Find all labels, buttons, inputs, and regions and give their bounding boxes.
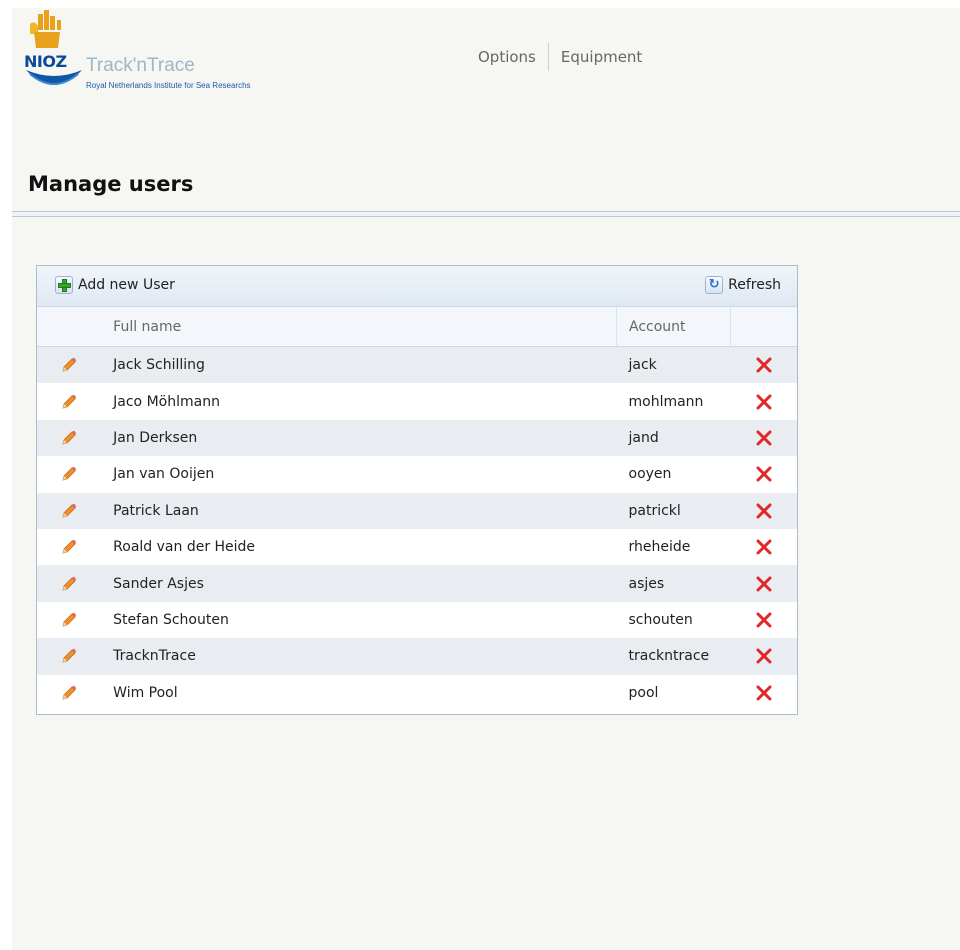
- header-edit: [37, 307, 102, 347]
- edit-cell: [37, 565, 102, 602]
- header-delete: [730, 307, 797, 347]
- nav-equipment[interactable]: Equipment: [549, 48, 654, 66]
- table-row[interactable]: Jan Derksen jand: [37, 419, 797, 457]
- delete-icon[interactable]: [755, 684, 773, 702]
- refresh-button[interactable]: ↻ Refresh: [705, 276, 781, 294]
- user-full-name: TracknTrace: [101, 638, 617, 675]
- delete-cell: [730, 674, 797, 711]
- user-account: ooyen: [616, 456, 731, 493]
- delete-cell: [730, 565, 797, 602]
- table-row[interactable]: Jack Schilling jack: [37, 346, 797, 384]
- edit-cell: [37, 674, 102, 711]
- delete-icon[interactable]: [755, 611, 773, 629]
- pencil-icon[interactable]: [60, 575, 78, 593]
- delete-cell: [730, 601, 797, 639]
- add-user-button[interactable]: Add new User: [55, 276, 175, 294]
- delete-icon[interactable]: [755, 465, 773, 483]
- user-full-name: Wim Pool: [101, 674, 617, 711]
- delete-cell: [730, 346, 797, 384]
- user-full-name: Jack Schilling: [101, 346, 617, 384]
- edit-cell: [37, 419, 102, 457]
- delete-cell: [730, 419, 797, 457]
- pencil-icon[interactable]: [60, 538, 78, 556]
- edit-cell: [37, 383, 102, 420]
- user-account: trackntrace: [616, 638, 731, 675]
- delete-icon[interactable]: [755, 356, 773, 374]
- grid-toolbar: Add new User ↻ Refresh: [37, 266, 797, 307]
- user-account: schouten: [616, 601, 731, 639]
- table-row[interactable]: Jan van Ooijen ooyen: [37, 456, 797, 493]
- pencil-icon[interactable]: [60, 356, 78, 374]
- table-row[interactable]: Patrick Laan patrickl: [37, 492, 797, 529]
- pencil-icon[interactable]: [60, 611, 78, 629]
- delete-icon[interactable]: [755, 538, 773, 556]
- top-nav: Options Equipment: [466, 43, 654, 71]
- edit-cell: [37, 456, 102, 493]
- delete-icon[interactable]: [755, 575, 773, 593]
- table-row[interactable]: Jaco Möhlmann mohlmann: [37, 383, 797, 420]
- delete-cell: [730, 456, 797, 493]
- add-user-label: Add new User: [78, 277, 175, 293]
- delete-cell: [730, 638, 797, 675]
- edit-cell: [37, 346, 102, 384]
- users-table: Full name Account Jack Schilling jack Jaco…: [37, 307, 797, 711]
- user-account: jack: [616, 346, 731, 384]
- logo-nioz-text: NIOZ: [24, 52, 67, 71]
- delete-icon[interactable]: [755, 502, 773, 520]
- nav-options[interactable]: Options: [466, 48, 548, 66]
- user-full-name: Stefan Schouten: [101, 601, 617, 639]
- table-row[interactable]: Stefan Schouten schouten: [37, 601, 797, 639]
- users-grid: Add new User ↻ Refresh Full name Account: [36, 265, 798, 715]
- table-header-row: Full name Account: [37, 307, 797, 347]
- pencil-icon[interactable]: [60, 393, 78, 411]
- header-account[interactable]: Account: [616, 307, 732, 347]
- user-full-name: Patrick Laan: [101, 492, 617, 529]
- user-account: jand: [616, 419, 731, 457]
- user-account: rheheide: [616, 528, 731, 566]
- delete-icon[interactable]: [755, 647, 773, 665]
- refresh-label: Refresh: [728, 277, 781, 293]
- user-account: patrickl: [616, 492, 731, 529]
- user-full-name: Roald van der Heide: [101, 528, 617, 566]
- edit-cell: [37, 638, 102, 675]
- header-full-name[interactable]: Full name: [101, 307, 618, 347]
- user-full-name: Jan van Ooijen: [101, 456, 617, 493]
- table-row[interactable]: Sander Asjes asjes: [37, 565, 797, 602]
- user-full-name: Jan Derksen: [101, 419, 617, 457]
- edit-cell: [37, 492, 102, 529]
- edit-cell: [37, 601, 102, 639]
- delete-cell: [730, 383, 797, 420]
- title-divider: [12, 211, 960, 217]
- user-account: asjes: [616, 565, 731, 602]
- pencil-icon[interactable]: [60, 647, 78, 665]
- delete-icon[interactable]: [755, 429, 773, 447]
- edit-cell: [37, 528, 102, 566]
- delete-cell: [730, 492, 797, 529]
- add-icon: [55, 276, 73, 294]
- pencil-icon[interactable]: [60, 429, 78, 447]
- users-table-body: Jack Schilling jack Jaco Möhlmann mohlmann J…: [37, 346, 797, 711]
- table-row[interactable]: TracknTrace trackntrace: [37, 638, 797, 675]
- delete-cell: [730, 528, 797, 566]
- pencil-icon[interactable]: [60, 502, 78, 520]
- table-row[interactable]: Roald van der Heide rheheide: [37, 528, 797, 566]
- user-account: pool: [616, 674, 731, 711]
- logo-title: Track'nTrace: [86, 55, 195, 76]
- page-title: Manage users: [28, 172, 194, 196]
- pencil-icon[interactable]: [60, 684, 78, 702]
- pencil-icon[interactable]: [60, 465, 78, 483]
- user-full-name: Jaco Möhlmann: [101, 383, 617, 420]
- user-full-name: Sander Asjes: [101, 565, 617, 602]
- delete-icon[interactable]: [755, 393, 773, 411]
- user-account: mohlmann: [616, 383, 731, 420]
- nioz-logo[interactable]: NIOZ Track'nTrace Royal Netherlands Inst…: [24, 8, 314, 103]
- page: NIOZ Track'nTrace Royal Netherlands Inst…: [12, 8, 960, 950]
- logo-subtitle: Royal Netherlands Institute for Sea Rese…: [86, 81, 251, 90]
- refresh-icon: ↻: [705, 276, 724, 294]
- table-row[interactable]: Wim Pool pool: [37, 674, 797, 711]
